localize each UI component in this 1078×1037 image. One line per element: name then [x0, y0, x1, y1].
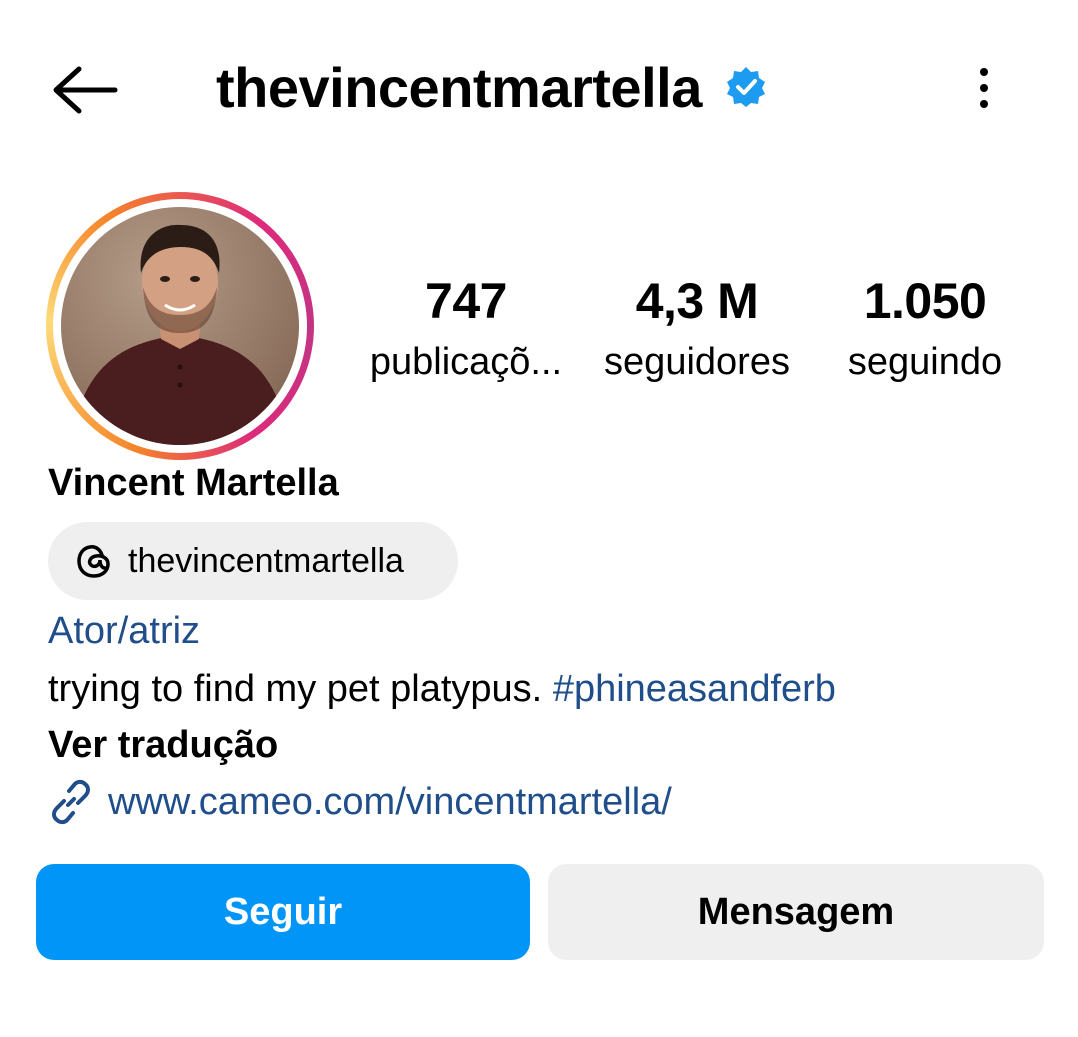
follow-button[interactable]: Seguir — [36, 864, 530, 960]
threads-badge[interactable]: thevincentmartella — [48, 522, 458, 600]
link-icon — [52, 779, 90, 825]
bio-hashtag[interactable]: #phineasandferb — [553, 668, 836, 710]
see-translation-link[interactable]: Ver tradução — [48, 720, 278, 770]
bio-text: trying to find my pet platypus. — [48, 668, 553, 710]
more-options-button[interactable] — [962, 58, 1006, 118]
stat-label: publicaçõ... — [369, 341, 563, 383]
bio: trying to find my pet platypus. #phineas… — [48, 664, 836, 714]
stat-value: 747 — [425, 273, 507, 329]
more-vertical-icon — [980, 84, 988, 92]
stat-posts[interactable]: 747 publicaçõ... — [360, 270, 572, 392]
stat-label: seguindo — [847, 341, 1003, 383]
profile-link-url: www.cameo.com/vincentmartella/ — [108, 780, 672, 823]
back-button[interactable] — [46, 60, 122, 120]
profile-link[interactable]: www.cameo.com/vincentmartella/ — [48, 776, 672, 828]
stat-label: seguidores — [604, 341, 790, 383]
full-name: Vincent Martella — [48, 462, 339, 504]
stat-followers[interactable]: 4,3 M seguidores — [592, 270, 802, 392]
page-title: thevincentmartella — [216, 55, 702, 119]
arrow-left-icon — [53, 66, 118, 114]
stat-value: 4,3 M — [635, 273, 759, 329]
threads-handle: thevincentmartella — [128, 541, 404, 580]
more-vertical-icon — [980, 68, 988, 76]
verified-badge-icon — [724, 65, 768, 109]
profile-stats: 747 publicaçõ... 4,3 M seguidores 1.050 … — [360, 270, 1040, 400]
stat-value: 1.050 — [863, 273, 987, 329]
message-button[interactable]: Mensagem — [548, 864, 1044, 960]
username-row: thevincentmartella — [216, 52, 768, 122]
profile-header: thevincentmartella — [0, 0, 1078, 175]
threads-icon — [77, 545, 110, 578]
avatar — [61, 207, 299, 445]
story-ring[interactable] — [46, 192, 314, 460]
more-vertical-icon — [980, 100, 988, 108]
profile-category: Ator/atriz — [48, 610, 201, 652]
stat-following[interactable]: 1.050 seguindo — [830, 270, 1020, 392]
